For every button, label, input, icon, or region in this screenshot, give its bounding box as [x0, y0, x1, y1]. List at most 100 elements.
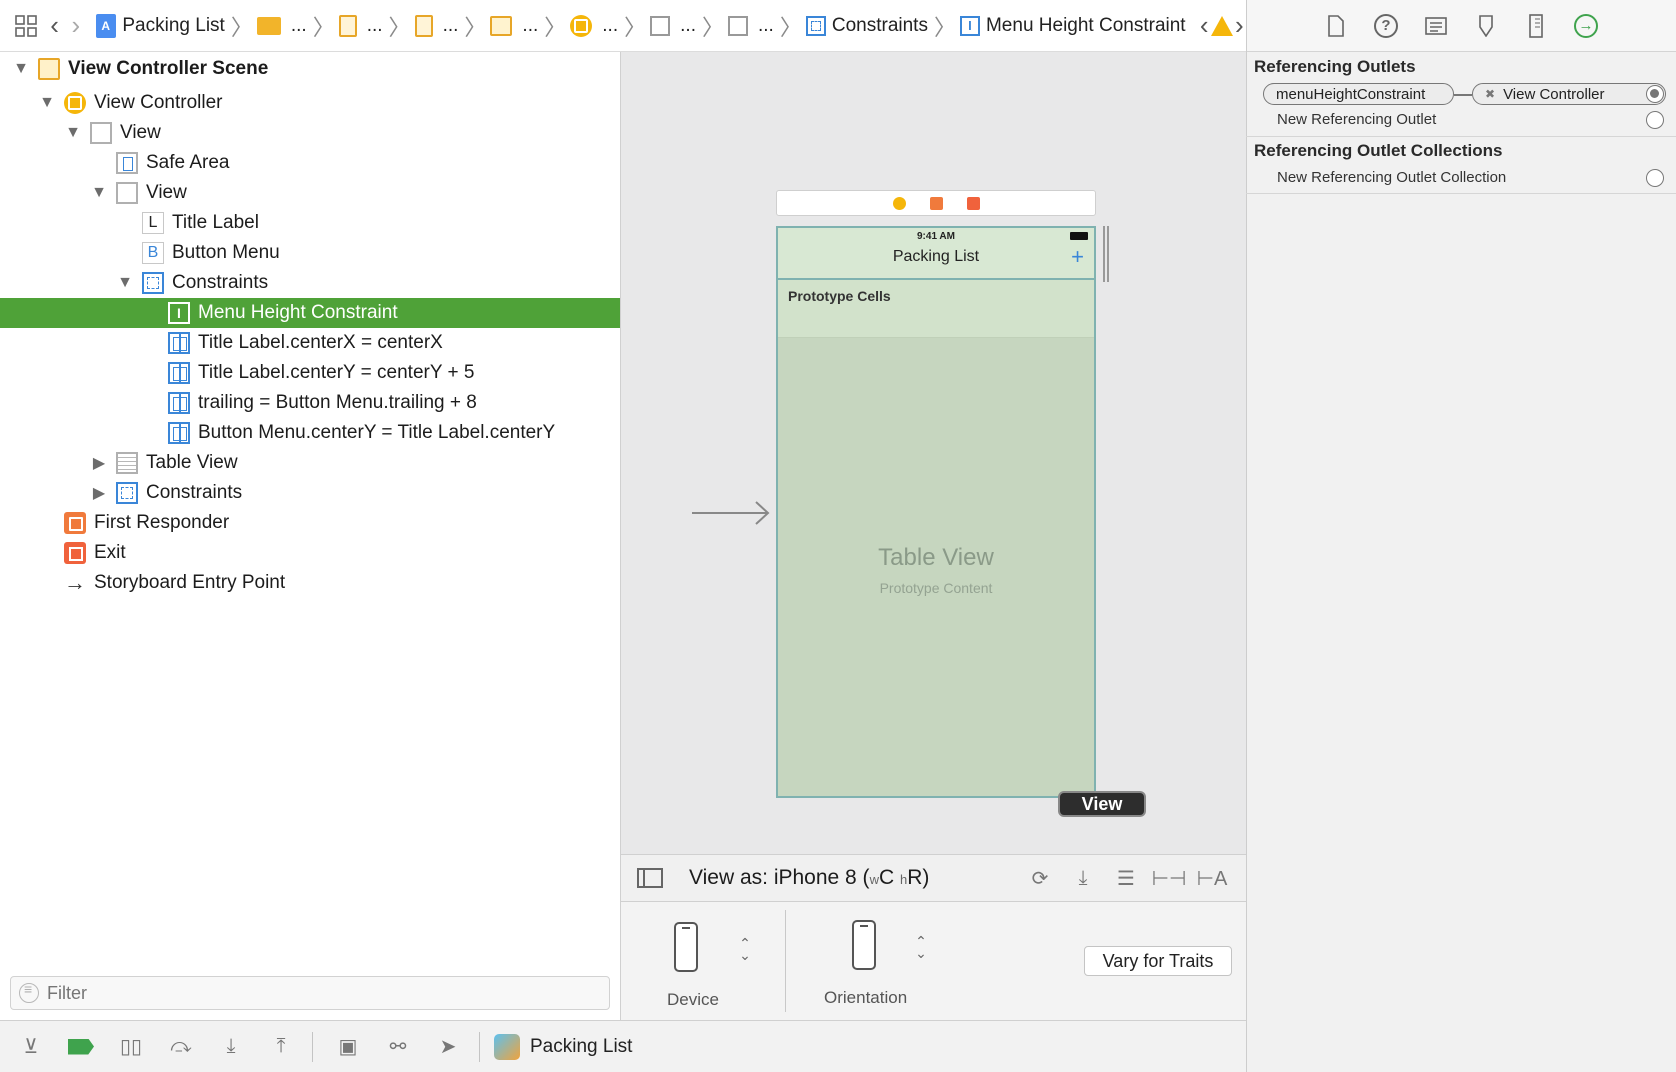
outlet-connected-circle-icon[interactable] — [1646, 85, 1664, 103]
outline-row-title-label[interactable]: ▶ L Title Label — [0, 208, 620, 238]
remove-connection-icon[interactable]: ✖ — [1485, 87, 1495, 101]
outline-toggle-icon[interactable] — [637, 868, 663, 888]
center-constraint-icon — [168, 332, 190, 354]
orientation-phone-icon[interactable] — [852, 920, 876, 970]
plus-button[interactable]: + — [1071, 244, 1084, 270]
height-resize-handle[interactable] — [1103, 226, 1109, 282]
disclosure-triangle-icon[interactable]: ▶ — [90, 454, 108, 472]
step-into-icon[interactable]: ⤓ — [216, 1032, 246, 1062]
outline-row-entry-point[interactable]: ▶ → Storyboard Entry Point — [0, 568, 620, 598]
related-items-icon[interactable] — [14, 12, 38, 40]
document-outline: ▼ View Controller Scene ▼ View Controlle… — [0, 52, 621, 1020]
add-constraints-icon[interactable]: ⊢⊣ — [1152, 866, 1187, 890]
jumpbar-storyboard-file[interactable]: ... — [338, 14, 383, 37]
device-phone-icon[interactable] — [674, 922, 698, 972]
size-inspector-icon[interactable] — [1523, 13, 1549, 39]
orientation-stepper-icon[interactable]: ⌃ ⌄ — [913, 934, 929, 960]
disclosure-triangle-icon[interactable]: ▼ — [38, 94, 56, 112]
outline-row-first-responder[interactable]: ▶ First Responder — [0, 508, 620, 538]
outline-row-safe-area[interactable]: ▶ Safe Area — [0, 148, 620, 178]
disclosure-triangle-icon[interactable]: ▼ — [90, 184, 108, 202]
jumpbar-view[interactable]: ... — [650, 15, 696, 37]
entry-point-arrow-icon[interactable] — [692, 498, 772, 528]
filter-icon — [19, 981, 39, 1003]
outlet-collections-title: Referencing Outlet Collections — [1254, 141, 1503, 160]
jumpbar-storyboard-base[interactable]: ... — [414, 14, 458, 37]
new-outlet-circle-icon[interactable] — [1646, 111, 1664, 129]
outline-row-menu-height-constraint[interactable]: ▶ I Menu Height Constraint — [0, 298, 620, 328]
jumpbar-constraints[interactable]: Constraints — [805, 15, 928, 37]
view-icon — [728, 15, 748, 36]
next-issue-chevron-icon[interactable]: › — [1233, 10, 1246, 40]
jumpbar-project[interactable]: Packing List — [96, 13, 225, 38]
outlet-connection-line — [1454, 94, 1472, 96]
inspector-section-divider — [1246, 193, 1676, 194]
warning-icon[interactable] — [1210, 12, 1233, 40]
jumpbar-selected-constraint[interactable]: I Menu Height Constraint — [959, 15, 1186, 37]
jumpbar-subview[interactable]: ... — [728, 15, 774, 37]
new-collection-circle-icon[interactable] — [1646, 169, 1664, 187]
jumpbar-view-controller[interactable]: ... — [570, 14, 618, 37]
update-frames-icon[interactable]: ⟳ — [1027, 866, 1053, 890]
outlet-target-pill[interactable]: ✖ View Controller — [1472, 83, 1666, 105]
previous-issue-chevron-icon[interactable]: ‹ — [1198, 10, 1211, 40]
filter-input[interactable] — [47, 982, 567, 1004]
file-inspector-icon[interactable] — [1323, 13, 1349, 39]
view-as-label[interactable]: View as: iPhone 8 (wC hR) — [689, 866, 929, 890]
jumpbar-separator: 〉 — [230, 14, 253, 40]
identity-inspector-icon[interactable] — [1423, 13, 1449, 39]
location-icon[interactable]: ➤ — [433, 1032, 463, 1062]
help-icon[interactable]: ? — [1373, 13, 1399, 39]
outlet-name-pill[interactable]: menuHeightConstraint — [1263, 83, 1454, 105]
prototype-cells[interactable]: Prototype Cells — [778, 280, 1094, 338]
disclosure-triangle-icon[interactable]: ▼ — [64, 124, 82, 142]
pause-icon[interactable]: ▯▯ — [116, 1032, 146, 1062]
outline-row-view[interactable]: ▼ View — [0, 118, 620, 148]
phone-view-controller[interactable]: 9:41 AM Packing List + Prototype Cells T… — [776, 226, 1096, 798]
menu-bar-view[interactable]: 9:41 AM Packing List + — [778, 228, 1094, 280]
forward-chevron-icon[interactable]: › — [69, 10, 82, 40]
resolve-issues-icon[interactable]: ⊢A — [1197, 866, 1228, 890]
table-view-icon — [116, 452, 138, 474]
breakpoints-icon[interactable] — [66, 1032, 96, 1062]
disclosure-triangle-icon[interactable]: ▼ — [12, 60, 30, 78]
height-constraint-icon: I — [168, 302, 190, 324]
outline-row-scene[interactable]: ▼ View Controller Scene — [0, 54, 620, 84]
step-out-icon[interactable]: ⤒ — [266, 1032, 296, 1062]
first-responder-dock-icon[interactable] — [929, 196, 943, 210]
device-label: Device — [667, 990, 719, 1009]
outline-row-table-view[interactable]: ▶ Table View — [0, 448, 620, 478]
memory-graph-icon[interactable]: ⚯ — [383, 1032, 413, 1062]
align-icon[interactable]: ☰ — [1113, 866, 1139, 890]
constraints-icon — [805, 15, 826, 36]
disclosure-triangle-icon[interactable]: ▼ — [116, 274, 134, 292]
view-debugger-icon[interactable]: ▣ — [333, 1032, 363, 1062]
device-stepper-icon[interactable]: ⌃ ⌄ — [737, 936, 753, 962]
outline-row-button-centery[interactable]: ▶ Button Menu.centerY = Title Label.cent… — [0, 418, 620, 448]
outline-row-button-menu[interactable]: ▶ B Button Menu — [0, 238, 620, 268]
outline-row-subview[interactable]: ▼ View — [0, 178, 620, 208]
outline-row-view-constraints[interactable]: ▶ Constraints — [0, 478, 620, 508]
title-label[interactable]: Packing List — [778, 248, 1094, 266]
outline-row-constraints[interactable]: ▼ Constraints — [0, 268, 620, 298]
outline-row-title-centery[interactable]: ▶ Title Label.centerY = centerY + 5 — [0, 358, 620, 388]
jumpbar-scene[interactable]: ... — [490, 15, 538, 37]
outline-row-trailing[interactable]: ▶ trailing = Button Menu.trailing + 8 — [0, 388, 620, 418]
back-chevron-icon[interactable]: ‹ — [48, 10, 61, 40]
attributes-inspector-icon[interactable] — [1473, 13, 1499, 39]
step-over-icon[interactable]: ⤼ — [166, 1032, 196, 1062]
vary-for-traits-button[interactable]: Vary for Traits — [1084, 946, 1232, 976]
jumpbar-folder[interactable]: ... — [256, 15, 307, 37]
connections-inspector-icon[interactable]: → — [1573, 13, 1599, 39]
outline-row-title-centerx[interactable]: ▶ Title Label.centerX = centerX — [0, 328, 620, 358]
exit-dock-icon[interactable] — [966, 196, 980, 210]
hide-debug-area-icon[interactable]: ⊻ — [16, 1032, 46, 1062]
view-controller-dock-icon[interactable] — [892, 196, 906, 210]
debug-target-name[interactable]: Packing List — [530, 1036, 632, 1058]
outline-filter[interactable] — [10, 976, 610, 1010]
outline-row-exit[interactable]: ▶ Exit — [0, 538, 620, 568]
outline-row-view-controller[interactable]: ▼ View Controller — [0, 88, 620, 118]
embed-in-icon[interactable]: ⤓ — [1070, 866, 1096, 890]
disclosure-triangle-icon[interactable]: ▶ — [90, 484, 108, 502]
constraints-icon — [116, 482, 138, 504]
